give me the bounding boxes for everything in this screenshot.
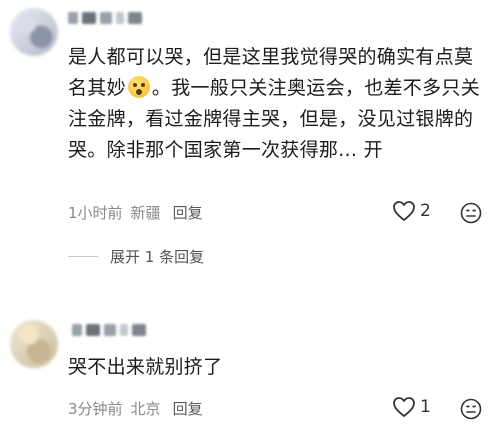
like-button[interactable]: 1	[392, 396, 431, 418]
comment-meta: 3分钟前 北京 回复	[68, 398, 203, 418]
smiley-face-icon[interactable]	[460, 202, 482, 224]
smiley-face-icon[interactable]	[460, 398, 482, 420]
comment-text: 哭不出来就别挤了	[68, 356, 223, 378]
expand-text-link[interactable]: 开	[364, 139, 383, 161]
heart-icon	[393, 201, 415, 221]
comment-text: 是人都可以哭，但是这里我觉得哭的确实有点莫名其妙 。我一般只关注奥运会，也差不多只…	[68, 42, 488, 166]
like-count: 1	[420, 397, 431, 417]
comment-meta: 1小时前 新疆 回复	[68, 202, 203, 222]
comment-item: 是人都可以哭，但是这里我觉得哭的确实有点莫名其妙 。我一般只关注奥运会，也差不多只…	[0, 0, 500, 298]
avatar[interactable]	[10, 320, 58, 368]
username-blurred[interactable]	[72, 322, 146, 338]
like-count: 2	[420, 201, 431, 221]
divider-line	[68, 255, 98, 257]
comment-location: 北京	[130, 399, 161, 418]
username-blurred[interactable]	[68, 10, 142, 26]
expand-replies-label: 展开 1 条回复	[110, 247, 205, 266]
expand-replies[interactable]: 展开 1 条回复	[68, 246, 204, 266]
comment-location: 新疆	[130, 203, 161, 222]
heart-icon	[393, 397, 415, 417]
reply-button[interactable]: 回复	[173, 202, 203, 223]
comment-time: 3分钟前	[68, 399, 123, 418]
reply-button[interactable]: 回复	[173, 398, 203, 419]
like-button[interactable]: 2	[392, 200, 431, 222]
comment-time: 1小时前	[68, 203, 123, 222]
avatar[interactable]	[10, 8, 58, 56]
astonished-face-icon	[127, 76, 150, 98]
